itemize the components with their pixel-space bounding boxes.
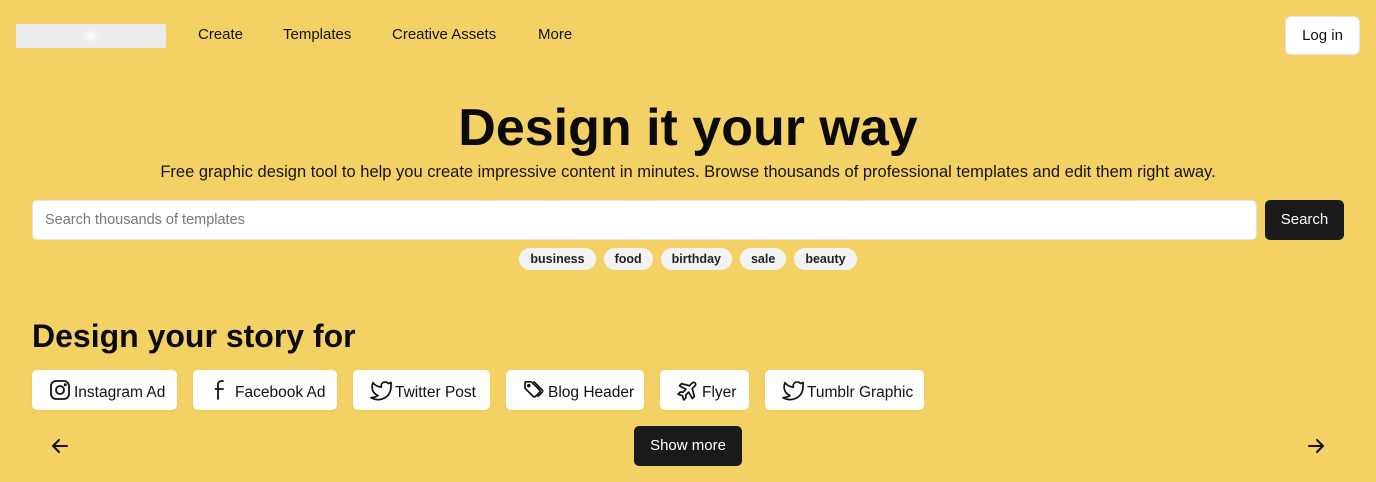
tag-business[interactable]: business [519, 248, 596, 270]
search-input[interactable] [32, 200, 1257, 240]
tag-sale[interactable]: sale [739, 248, 787, 270]
twitter-icon [782, 381, 804, 401]
card-flyer[interactable]: Flyer [660, 370, 749, 410]
section-title: Design your story for [32, 318, 356, 354]
arrow-right-icon[interactable] [1304, 434, 1328, 458]
twitter-icon [370, 381, 392, 401]
tags-icon [524, 380, 544, 398]
search-button[interactable]: Search [1265, 200, 1344, 240]
card-label: Tumblr Graphic [807, 384, 914, 401]
card-label: Twitter Post [395, 384, 476, 401]
hero-title: Design it your way [458, 99, 918, 157]
plane-icon [677, 381, 697, 401]
tag-food[interactable]: food [603, 248, 653, 270]
card-instagram-ad[interactable]: Instagram Ad [32, 370, 177, 410]
top-navigation: Create Templates Creative Assets More Lo… [0, 0, 1376, 72]
show-more-button[interactable]: Show more [634, 426, 742, 466]
nav-link-templates[interactable]: Templates [283, 25, 351, 45]
tag-beauty[interactable]: beauty [794, 248, 857, 270]
logo-mark [87, 32, 95, 40]
card-blog-header[interactable]: Blog Header [506, 370, 644, 410]
card-twitter-post[interactable]: Twitter Post [353, 370, 490, 410]
instagram-icon [50, 380, 70, 400]
nav-link-create[interactable]: Create [198, 25, 243, 45]
facebook-icon [214, 380, 224, 400]
card-facebook-ad[interactable]: Facebook Ad [193, 370, 337, 410]
nav-link-more[interactable]: More [538, 25, 572, 45]
login-button[interactable]: Log in [1285, 16, 1360, 55]
arrow-left-icon[interactable] [48, 434, 72, 458]
card-label: Blog Header [548, 384, 635, 401]
hero-subtitle: Free graphic design tool to help you cre… [160, 163, 1216, 181]
category-card-list: Instagram Ad Facebook Ad Twitter Post Bl… [32, 370, 924, 410]
card-label: Facebook Ad [235, 384, 326, 401]
logo[interactable] [16, 24, 166, 48]
card-tumblr-graphic[interactable]: Tumblr Graphic [765, 370, 924, 410]
nav-link-creative-assets[interactable]: Creative Assets [392, 25, 496, 45]
card-label: Instagram Ad [74, 384, 166, 401]
card-label: Flyer [702, 384, 737, 401]
tag-birthday[interactable]: birthday [660, 248, 732, 270]
tag-list: business food birthday sale beauty [0, 248, 1376, 270]
